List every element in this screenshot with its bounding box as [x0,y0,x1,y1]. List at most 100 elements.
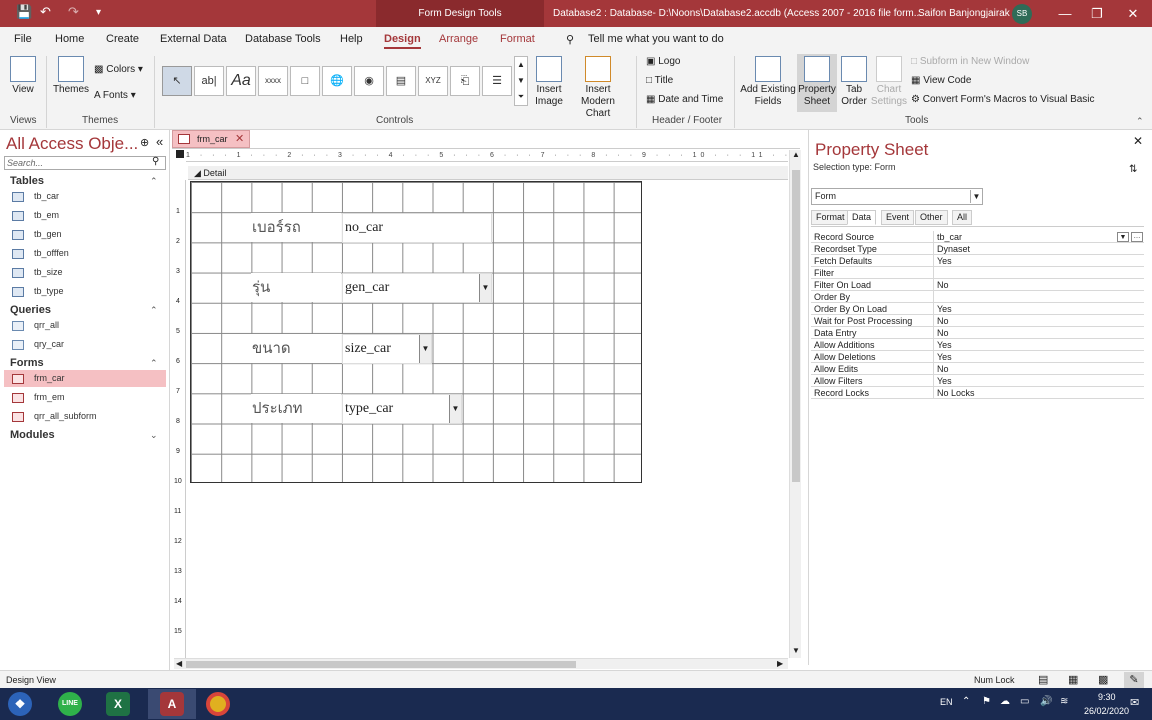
tab-arrange[interactable]: Arrange [439,33,478,45]
tab-format[interactable]: Format [500,33,535,45]
dropdown-arrow-icon[interactable]: ▼ [479,274,491,302]
language-indicator[interactable]: EN [940,697,953,707]
scroll-right-icon[interactable]: ▶ [777,659,783,668]
taskbar-access[interactable]: A [148,689,196,719]
textbox-no-car[interactable]: no_car [342,213,492,243]
document-tab[interactable]: frm_car ✕ [172,130,250,148]
hyperlink-control-icon[interactable]: 🌐 [322,66,352,96]
scroll-thumb[interactable] [792,170,800,482]
wifi-icon[interactable]: ≋ [1060,696,1068,707]
chevron-down-icon[interactable]: ▼ [970,190,982,203]
datasheet-view-icon[interactable]: ▦ [1068,671,1078,689]
property-row[interactable]: Order By [811,291,1144,303]
tab-file[interactable]: File [14,33,32,45]
nav-item-query[interactable]: qrr_all [4,317,166,334]
nav-section-queries[interactable]: Queries [10,304,51,316]
tab-home[interactable]: Home [55,33,84,45]
tab-other[interactable]: Other [915,210,948,225]
combobox-type-car[interactable]: type_car ▼ [342,394,462,424]
chevron-up-icon[interactable]: ⌃ [150,176,158,187]
nav-search-input[interactable]: Search... [4,156,166,170]
label-control-icon[interactable]: Aa [226,66,256,96]
property-sheet-button[interactable]: Property Sheet [797,54,837,112]
restore-icon[interactable]: ❐ [1080,0,1114,27]
start-button[interactable]: ❖ [0,689,40,719]
controls-gallery-scroll[interactable]: ▲ ▼ ⏷ [514,56,528,106]
form-view-icon[interactable]: ▤ [1038,671,1048,689]
property-row[interactable]: Filter On Load No [811,279,1144,291]
nav-item-form[interactable]: qrr_all_subform [4,408,166,425]
subform-new-window-button[interactable]: □ Subform in New Window [911,56,1029,68]
property-row[interactable]: Allow Edits No [811,363,1144,375]
view-code-button[interactable]: ▦ View Code [911,75,971,87]
navigation-control-icon[interactable]: ▤ [386,66,416,96]
tab-all[interactable]: All [952,210,973,225]
logo-button[interactable]: ▣ Logo [646,56,680,68]
user-name[interactable]: Saifon Banjongjairak [918,0,1010,27]
flag-icon[interactable]: ⚑ [982,696,991,707]
chevron-up-icon[interactable]: ⌃ [150,358,158,369]
insert-image-button[interactable]: Insert Image [532,56,566,108]
page-break-icon[interactable]: ⎗ [450,66,480,96]
colors-button[interactable]: ▩ Colors ▾ [94,64,143,76]
clock-time[interactable]: 9:30 [1098,692,1116,702]
select-pointer-icon[interactable]: ↖ [162,66,192,96]
tab-external-data[interactable]: External Data [160,33,227,45]
property-row[interactable]: Wait for Post Processing No [811,315,1144,327]
horizontal-scrollbar[interactable]: ◀ ▶ [174,658,788,669]
scroll-up-icon[interactable]: ▲ [792,150,800,159]
property-row[interactable]: Data Entry No [811,327,1144,339]
dropdown-arrow-icon[interactable]: ▼ [449,395,461,423]
tab-format[interactable]: Format [811,210,850,225]
nav-item-table[interactable]: tb_type [4,283,166,300]
chart-settings-button[interactable]: Chart Settings [870,56,908,108]
tab-control-icon[interactable]: □ [290,66,320,96]
button-control-icon[interactable]: xxxx [258,66,288,96]
builder-icon[interactable]: … [1131,232,1143,242]
label-gen-car[interactable]: รุ่น [251,273,341,302]
save-icon[interactable]: 💾 [16,4,32,20]
nav-section-forms[interactable]: Forms [10,357,44,369]
redo-icon[interactable]: ↷ [68,4,79,20]
title-button[interactable]: □ Title [646,75,673,87]
property-row[interactable]: Order By On Load Yes [811,303,1144,315]
nav-item-query[interactable]: qry_car [4,336,166,353]
property-row[interactable]: Record Source tb_car ▼… [811,231,1144,243]
clock-date[interactable]: 26/02/2020 [1084,706,1129,716]
scroll-left-icon[interactable]: ◀ [176,659,182,668]
chevron-up-icon[interactable]: ⌃ [150,305,158,316]
tab-data[interactable]: Data [847,210,877,225]
label-size-car[interactable]: ขนาด [251,334,341,363]
scroll-thumb[interactable] [186,661,576,668]
taskbar-line[interactable]: LINE [50,689,90,719]
convert-macros-button[interactable]: ⚙ Convert Form's Macros to Visual Basic [911,94,1095,106]
close-window-icon[interactable]: ✕ [1116,0,1150,27]
label-no-car[interactable]: เบอร์รถ [251,213,341,242]
sort-icon[interactable]: ⇅ [1129,164,1137,175]
property-row[interactable]: Recordset Type Dynaset [811,243,1144,255]
option-group-icon[interactable]: XYZ [418,66,448,96]
close-pane-icon[interactable]: ✕ [1133,134,1143,148]
combo-box-icon[interactable]: ☰ [482,66,512,96]
tab-order-button[interactable]: Tab Order [840,56,868,108]
tab-create[interactable]: Create [106,33,139,45]
chevron-down-icon[interactable]: ⌄ [150,430,158,441]
label-type-car[interactable]: ประเภท [251,394,341,423]
property-row[interactable]: Filter [811,267,1144,279]
add-existing-fields-button[interactable]: Add Existing Fields [740,56,796,108]
nav-title[interactable]: All Access Obje... [6,134,138,154]
tab-help[interactable]: Help [340,33,363,45]
nav-item-table[interactable]: tb_em [4,207,166,224]
property-row[interactable]: Allow Filters Yes [811,375,1144,387]
combobox-gen-car[interactable]: gen_car ▼ [342,273,492,303]
property-row[interactable]: Fetch Defaults Yes [811,255,1144,267]
customize-qat-icon[interactable]: ▾ [96,7,101,18]
tab-design[interactable]: Design [384,33,421,49]
chevron-up-icon[interactable]: ⌃ [962,696,970,707]
cloud-icon[interactable]: ☁ [1000,696,1010,707]
nav-item-form[interactable]: frm_em [4,389,166,406]
tab-database-tools[interactable]: Database Tools [245,33,321,45]
detail-section-bar[interactable]: ◢ Detail [188,166,788,180]
nav-section-modules[interactable]: Modules [10,429,55,441]
fonts-button[interactable]: A Fonts ▾ [94,90,136,102]
